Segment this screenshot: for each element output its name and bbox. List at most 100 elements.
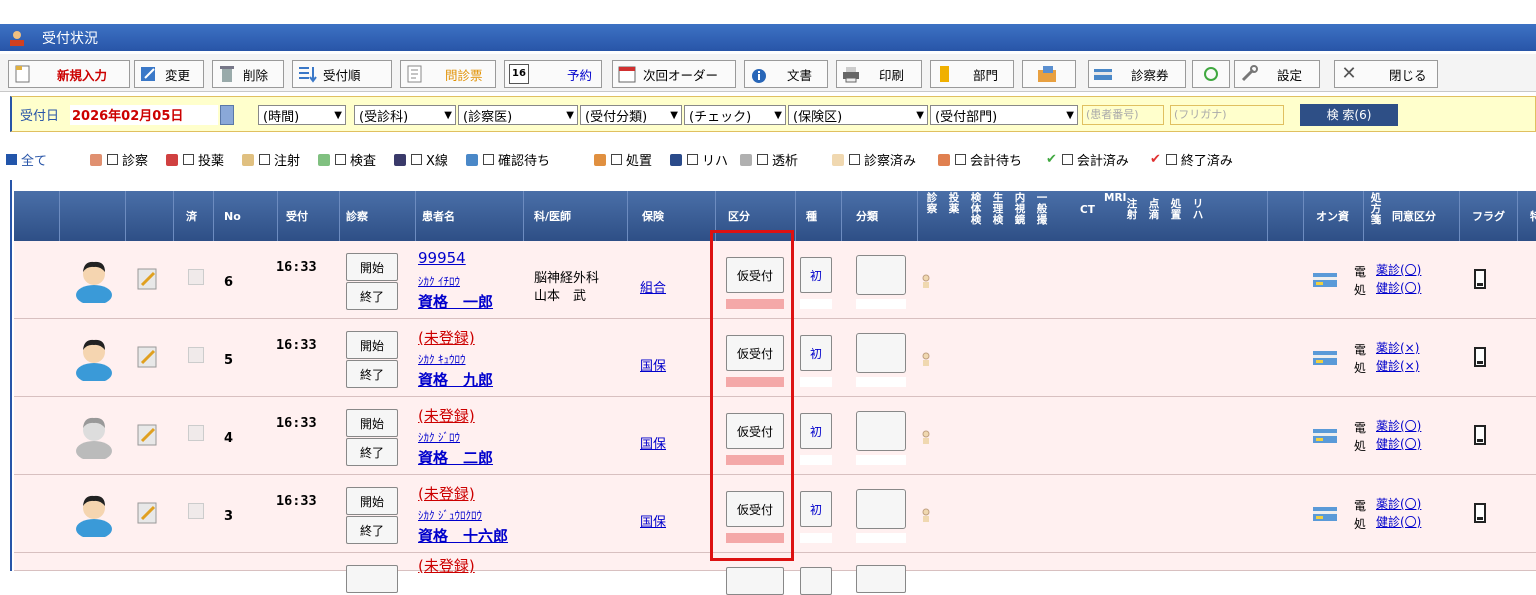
reservation-button[interactable]: 16 予約	[504, 60, 602, 88]
check-select-value: (チェック)	[689, 109, 752, 125]
insurance-link[interactable]: 国保	[640, 433, 666, 452]
filter-xray[interactable]: X線	[394, 150, 448, 169]
classification-button[interactable]	[856, 489, 906, 529]
start-exam-button[interactable]: 開始	[346, 253, 398, 281]
date-picker-button[interactable]	[220, 105, 234, 125]
done-checkbox[interactable]	[188, 503, 204, 519]
edit-button[interactable]: 変更	[134, 60, 204, 88]
filter-dialysis[interactable]: 透析	[740, 150, 798, 169]
done-checkbox[interactable]	[188, 347, 204, 363]
department-button[interactable]: 部門	[930, 60, 1014, 88]
injection-icon	[242, 153, 254, 166]
done-checkbox[interactable]	[188, 269, 204, 285]
first-visit-button[interactable]: 初	[800, 335, 832, 371]
memo-pencil-icon[interactable]	[136, 345, 160, 373]
first-visit-button[interactable]	[800, 567, 832, 595]
memo-pencil-icon[interactable]	[136, 267, 160, 295]
patient-id-link[interactable]: (未登録)	[418, 405, 475, 426]
flag-icon[interactable]	[1474, 425, 1486, 449]
print-button[interactable]: 印刷	[836, 60, 922, 88]
filter-test[interactable]: 検査	[318, 150, 376, 169]
refresh-button[interactable]	[1192, 60, 1230, 88]
patient-name-link[interactable]: 資格 九郎	[418, 369, 493, 390]
pharmacy-consent-link[interactable]: 薬診(×)	[1376, 339, 1419, 356]
classification-button[interactable]	[856, 411, 906, 451]
checkup-consent-link[interactable]: 健診(〇)	[1376, 513, 1421, 530]
end-exam-button[interactable]: 終了	[346, 282, 398, 310]
reception-dept-select[interactable]: (受付部門) ▼	[930, 105, 1078, 125]
new-entry-button[interactable]: 新規入力	[8, 60, 130, 88]
patient-name-link[interactable]: 資格 十六郎	[418, 525, 508, 546]
insurance-link[interactable]: 組合	[640, 277, 666, 296]
patient-kana-link[interactable]: ｼｶｸ ｼﾞﾛｳ	[418, 429, 460, 445]
date-input[interactable]: 2026年02月05日	[70, 105, 218, 125]
classification-button[interactable]	[856, 333, 906, 373]
questionnaire-button[interactable]: 問診票	[400, 60, 496, 88]
provisional-reception-button[interactable]	[726, 567, 784, 595]
pharmacy-consent-link[interactable]: 薬診(〇)	[1376, 417, 1421, 434]
filter-exam-done[interactable]: 診察済み	[832, 150, 916, 169]
delete-button[interactable]: 削除	[212, 60, 284, 88]
insurance-link[interactable]: 国保	[640, 355, 666, 374]
first-visit-button[interactable]: 初	[800, 257, 832, 293]
classification-button[interactable]	[856, 255, 906, 295]
settings-button[interactable]: 設定	[1234, 60, 1320, 88]
document-button[interactable]: 文書	[744, 60, 828, 88]
filter-injection[interactable]: 注射	[242, 150, 300, 169]
start-exam-button[interactable]: 開始	[346, 409, 398, 437]
start-exam-button[interactable]: 開始	[346, 331, 398, 359]
filter-medication[interactable]: 投薬	[166, 150, 224, 169]
insurance-link[interactable]: 国保	[640, 511, 666, 530]
reception-type-select[interactable]: (受付分類) ▼	[580, 105, 682, 125]
check-select[interactable]: (チェック) ▼	[684, 105, 786, 125]
memo-pencil-icon[interactable]	[136, 423, 160, 451]
patient-id-link[interactable]: (未登録)	[418, 327, 475, 348]
patient-number-input[interactable]: (患者番号)	[1082, 105, 1164, 125]
patient-id-link[interactable]: (未登録)	[418, 555, 475, 576]
filter-exam[interactable]: 診察	[90, 150, 148, 169]
end-exam-button[interactable]: 終了	[346, 438, 398, 466]
first-visit-button[interactable]: 初	[800, 413, 832, 449]
time-select[interactable]: (時間) ▼	[258, 105, 346, 125]
flag-icon[interactable]	[1474, 503, 1486, 527]
export-button[interactable]	[1022, 60, 1076, 88]
patient-id-link[interactable]: (未登録)	[418, 483, 475, 504]
insurance-select[interactable]: (保険区) ▼	[788, 105, 928, 125]
close-button[interactable]: ✕ 閉じる	[1334, 60, 1438, 88]
exam-ticket-button[interactable]: 診察券	[1088, 60, 1186, 88]
start-exam-button[interactable]: 開始	[346, 487, 398, 515]
end-exam-button[interactable]: 終了	[346, 360, 398, 388]
flag-icon[interactable]	[1474, 269, 1486, 293]
start-exam-button[interactable]	[346, 565, 398, 593]
pharmacy-consent-link[interactable]: 薬診(〇)	[1376, 495, 1421, 512]
next-order-button[interactable]: 次回オーダー	[612, 60, 736, 88]
patient-name-link[interactable]: 資格 一郎	[418, 291, 493, 312]
classification-button[interactable]	[856, 565, 906, 593]
checkup-consent-link[interactable]: 健診(〇)	[1376, 435, 1421, 452]
done-checkbox[interactable]	[188, 425, 204, 441]
patient-kana-link[interactable]: ｼｶｸ ｲﾁﾛｳ	[418, 273, 460, 289]
patient-kana-link[interactable]: ｼｶｸ ｼﾞｭｳﾛｸﾛｳ	[418, 507, 482, 523]
pharmacy-consent-link[interactable]: 薬診(〇)	[1376, 261, 1421, 278]
first-visit-button[interactable]: 初	[800, 491, 832, 527]
patient-id-link[interactable]: 99954	[418, 249, 466, 267]
filter-finished[interactable]: ✔ 終了済み	[1150, 150, 1233, 169]
checkup-consent-link[interactable]: 健診(〇)	[1376, 279, 1421, 296]
end-exam-button[interactable]: 終了	[346, 516, 398, 544]
filter-all[interactable]: 全て	[6, 150, 47, 169]
patient-name-link[interactable]: 資格 二郎	[418, 447, 493, 468]
patient-kana-link[interactable]: ｼｶｸ ｷｭｳﾛｳ	[418, 351, 466, 367]
reception-order-button[interactable]: 受付順	[292, 60, 392, 88]
flag-icon[interactable]	[1474, 347, 1486, 371]
filter-awaiting-payment[interactable]: 会計待ち	[938, 150, 1022, 169]
kana-input[interactable]: (フリガナ)	[1170, 105, 1284, 125]
search-button[interactable]: 検 索(6)	[1300, 104, 1398, 126]
filter-treatment[interactable]: 処置	[594, 150, 652, 169]
memo-pencil-icon[interactable]	[136, 501, 160, 529]
doctor-select[interactable]: (診察医) ▼	[458, 105, 578, 125]
filter-rehab[interactable]: リハ	[670, 150, 728, 169]
checkup-consent-link[interactable]: 健診(×)	[1376, 357, 1419, 374]
filter-paid[interactable]: ✔ 会計済み	[1046, 150, 1129, 169]
dept-select[interactable]: (受診科) ▼	[354, 105, 456, 125]
filter-awaiting-confirmation[interactable]: 確認待ち	[466, 150, 550, 169]
